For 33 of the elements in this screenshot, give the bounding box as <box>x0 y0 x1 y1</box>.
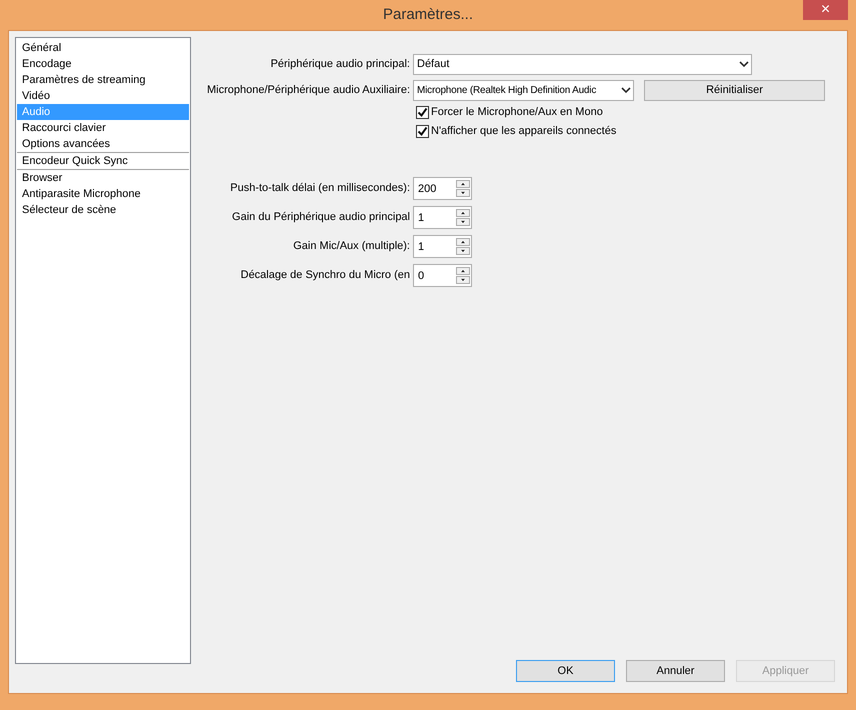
dropdown[interactable]: Microphone (Realtek High Definition Audic <box>413 80 634 100</box>
checkbox[interactable] <box>416 106 429 119</box>
field-label: Microphone/Périphérique audio Auxiliaire: <box>206 82 411 98</box>
close-button[interactable]: × <box>803 0 848 20</box>
sidebar-item[interactable]: Raccourci clavier <box>17 120 189 136</box>
window-title: Paramètres... <box>382 4 474 25</box>
sidebar-item[interactable]: Sélecteur de scène <box>17 202 189 218</box>
reset-button[interactable]: Réinitialiser <box>644 80 825 100</box>
sidebar-item[interactable]: Vidéo <box>17 88 189 104</box>
sidebar-item[interactable]: Général <box>17 40 189 56</box>
field-label: Push-to-talk délai (en millisecondes): <box>229 180 411 196</box>
field-label: Gain du Périphérique audio principal <box>231 210 411 225</box>
sidebar-item[interactable]: Browser <box>17 170 189 186</box>
caret-icon <box>737 59 751 69</box>
dialog-button[interactable]: Annuler <box>626 660 725 682</box>
sidebar-item[interactable]: Paramètres de streaming <box>17 72 189 88</box>
field-label: Gain Mic/Aux (multiple): <box>292 238 411 254</box>
checkbox-label: Forcer le Microphone/Aux en Mono <box>431 105 603 120</box>
sidebar-item[interactable]: Options avancées <box>17 136 189 152</box>
sidebar-item[interactable]: Encodeur Quick Sync <box>17 153 189 169</box>
checkbox-label: N'afficher que les appareils connectés <box>431 124 616 140</box>
dialog-button[interactable]: OK <box>516 660 615 682</box>
checkbox[interactable] <box>416 125 429 138</box>
dropdown[interactable]: Défaut <box>413 54 752 74</box>
number-field[interactable]: 1 <box>413 206 472 228</box>
number-field[interactable]: 200 <box>413 176 472 200</box>
field-label: Décalage de Synchro du Micro (en <box>240 268 411 283</box>
sidebar-item[interactable]: Encodage <box>17 56 189 72</box>
sidebar-item[interactable]: Antiparasite Microphone <box>17 186 189 202</box>
caret-icon <box>619 85 633 95</box>
field-label: Périphérique audio principal: <box>270 56 411 72</box>
number-field[interactable]: 1 <box>413 234 472 258</box>
number-field[interactable]: 0 <box>413 264 472 286</box>
